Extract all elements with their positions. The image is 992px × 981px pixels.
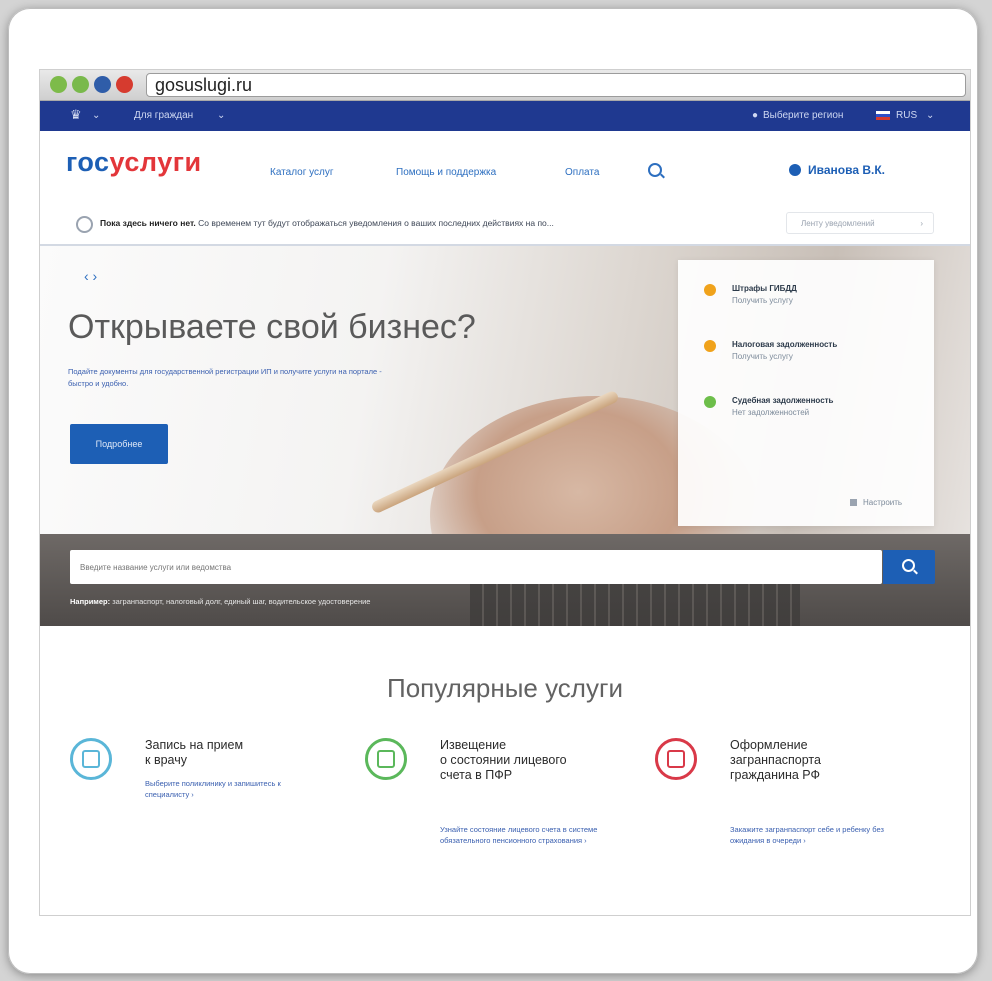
search-hint: Например: загранпаспорт, налоговый долг,…	[70, 597, 370, 606]
service-name[interactable]: Запись на прием к врачу	[145, 738, 243, 768]
panel-item-title: Судебная задолженность	[732, 396, 834, 405]
nav-payment-link[interactable]: Оплата	[565, 167, 599, 178]
status-dot-icon	[704, 340, 716, 352]
service-name[interactable]: Извещение о состоянии лицевого счета в П…	[440, 738, 567, 783]
address-bar[interactable]: gosuslugi.ru	[146, 73, 966, 97]
hero-banner: ‹ › Открываете свой бизнес? Подайте доку…	[40, 246, 970, 626]
search-input[interactable]	[70, 550, 882, 584]
audience-selector[interactable]: Для граждан	[134, 110, 193, 121]
hero-title: Открываете свой бизнес?	[68, 308, 476, 346]
debts-panel: Штрафы ГИБДД Получить услугу Налоговая з…	[678, 260, 934, 526]
search-hint-examples[interactable]: загранпаспорт, налоговый долг, единый ша…	[112, 597, 370, 606]
gosuslugi-logo[interactable]: госуслуги	[66, 147, 202, 178]
panel-item-action: Нет задолженностей	[732, 408, 810, 417]
window-control-icon[interactable]	[50, 76, 67, 93]
user-avatar-icon	[789, 164, 801, 176]
configure-label: Настроить	[863, 498, 903, 507]
window-control-icon[interactable]	[72, 76, 89, 93]
region-selector[interactable]: Выберите регион	[763, 110, 843, 121]
search-button[interactable]	[883, 550, 935, 584]
site-header: госуслуги Каталог услуг Помощь и поддерж…	[40, 131, 970, 191]
browser-window: gosuslugi.ru ♛ ⌄ Для граждан ⌄ ● Выберит…	[40, 70, 970, 915]
notifications-feed-label: Ленту уведомлений	[801, 219, 875, 228]
chevron-right-icon: ›	[920, 219, 923, 228]
search-icon	[902, 559, 915, 572]
status-dot-icon	[704, 396, 716, 408]
search-icon[interactable]	[648, 163, 662, 177]
popular-services-title: Популярные услуги	[387, 673, 623, 703]
browser-toolbar: gosuslugi.ru	[40, 70, 970, 101]
logo-part: услуги	[109, 147, 202, 177]
more-details-button[interactable]: Подробнее	[70, 424, 168, 464]
passport-icon	[655, 738, 697, 780]
language-selector[interactable]: RUS	[896, 110, 917, 121]
hero-subtitle: Подайте документы для государственной ре…	[68, 367, 382, 388]
notification-bold: Пока здесь ничего нет.	[100, 218, 196, 228]
user-menu[interactable]: Иванова В.К.	[808, 163, 885, 177]
nav-catalog-link[interactable]: Каталог услуг	[270, 167, 334, 178]
russia-flag-icon	[876, 111, 890, 120]
notification-status-icon	[76, 216, 93, 233]
carousel-arrows[interactable]: ‹ ›	[84, 268, 97, 284]
panel-item-title: Налоговая задолженность	[732, 340, 838, 349]
emblem-icon: ♛	[70, 107, 82, 122]
close-icon[interactable]	[116, 76, 133, 93]
medical-cross-icon	[70, 738, 112, 780]
search-section: Например: загранпаспорт, налоговый долг,…	[40, 534, 970, 626]
url-text: gosuslugi.ru	[155, 75, 253, 95]
window-control-icon[interactable]	[94, 76, 111, 93]
notification-text: Пока здесь ничего нет. Со временем тут б…	[100, 218, 554, 228]
document-edit-icon	[365, 738, 407, 780]
service-description[interactable]: Закажите загранпаспорт себе и ребенку бе…	[730, 824, 900, 846]
settings-icon	[850, 499, 857, 506]
service-name[interactable]: Оформление загранпаспорта гражданина РФ	[730, 738, 821, 783]
service-description[interactable]: Узнайте состояние лицевого счета в систе…	[440, 824, 610, 846]
nav-help-link[interactable]: Помощь и поддержка	[396, 167, 496, 178]
panel-item-title: Штрафы ГИБДД	[732, 284, 797, 293]
location-pin-icon: ●	[752, 110, 759, 121]
status-dot-icon	[704, 284, 716, 296]
configure-link[interactable]: Настроить	[850, 498, 902, 507]
notifications-feed-button[interactable]: Ленту уведомлений ›	[786, 212, 934, 234]
panel-item-action[interactable]: Получить услугу	[732, 296, 793, 305]
chevron-down-icon: ⌄	[92, 110, 101, 121]
top-nav-bar: ♛ ⌄ Для граждан ⌄ ● Выберите регион RUS …	[40, 101, 970, 131]
service-description[interactable]: Выберите поликлинику и запишитесь к спец…	[145, 778, 315, 800]
search-hint-label: Например:	[70, 597, 111, 606]
logo-part: гос	[66, 147, 110, 177]
chevron-down-icon: ⌄	[926, 110, 935, 121]
notification-strip: Пока здесь ничего нет. Со временем тут б…	[40, 202, 970, 246]
panel-item-action[interactable]: Получить услугу	[732, 352, 793, 361]
chevron-down-icon: ⌄	[217, 110, 226, 121]
notification-message: Со временем тут будут отображаться уведо…	[198, 218, 554, 228]
